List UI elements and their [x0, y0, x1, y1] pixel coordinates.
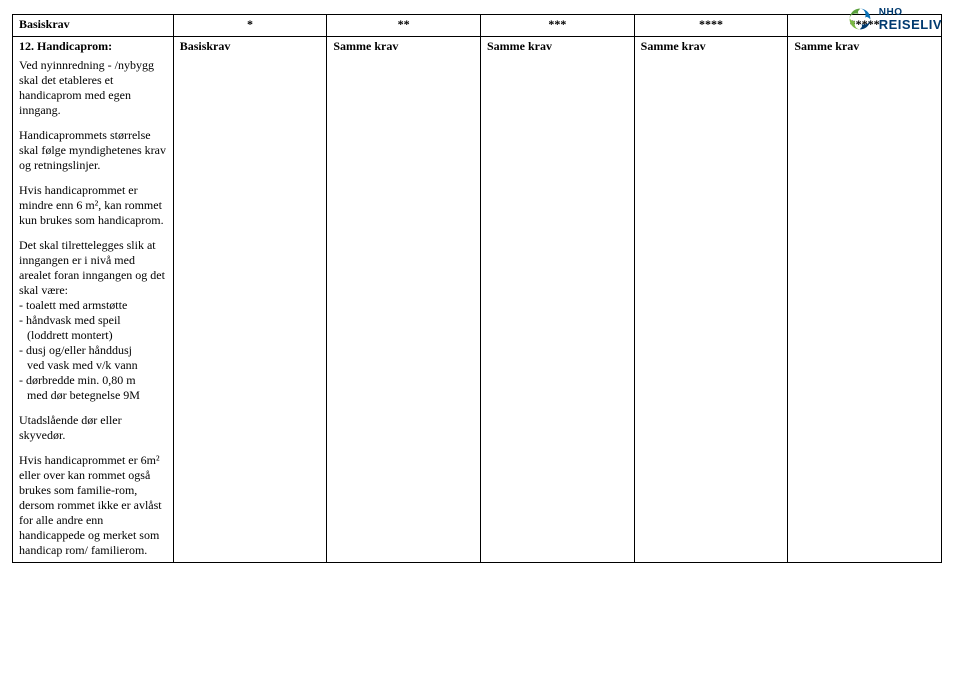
header-basiskrav: Basiskrav — [13, 15, 174, 37]
header-star-3: *** — [481, 15, 635, 37]
bullet-sub: med dør betegnelse 9M — [19, 388, 140, 402]
cell-star-3: Samme krav — [481, 37, 635, 563]
bullet-sub: ved vask med v/k vann — [19, 358, 138, 372]
header-star-2: ** — [327, 15, 481, 37]
paragraph: Hvis handicaprommet er mindre enn 6 m², … — [19, 183, 167, 228]
text: Det skal tilrettelegges slik at inngange… — [19, 238, 165, 297]
requirements-table: Basiskrav * ** *** **** ***** 12. Handic… — [12, 14, 942, 563]
paragraph: Det skal tilrettelegges slik at inngange… — [19, 238, 167, 403]
paragraph: Utadslående dør eller skyvedør. — [19, 413, 167, 443]
bullet: - håndvask med speil — [19, 313, 121, 327]
paragraph: Ved nyinnredning - /nybygg skal det etab… — [19, 58, 167, 118]
paragraph: Hvis handicaprommet er 6m² eller over ka… — [19, 453, 167, 558]
logo-swirl-icon — [847, 6, 873, 32]
header-star-1: * — [173, 15, 327, 37]
bullet: - dørbredde min. 0,80 m — [19, 373, 136, 387]
header-star-4: **** — [634, 15, 788, 37]
brand-logo: NHO REISELIV — [847, 6, 942, 32]
cell-star-1: Basiskrav — [173, 37, 327, 563]
bullet-sub: (loddrett montert) — [19, 328, 113, 342]
bullet: - toalett med armstøtte — [19, 298, 127, 312]
bullet: - dusj og/eller hånddusj — [19, 343, 132, 357]
paragraph: Handicaprommets størrelse skal følge myn… — [19, 128, 167, 173]
table-header-row: Basiskrav * ** *** **** ***** — [13, 15, 942, 37]
cell-star-2: Samme krav — [327, 37, 481, 563]
row-title: 12. Handicaprom: — [19, 39, 167, 54]
table-row: 12. Handicaprom: Ved nyinnredning - /nyb… — [13, 37, 942, 563]
cell-star-5: Samme krav — [788, 37, 942, 563]
row-description-cell: 12. Handicaprom: Ved nyinnredning - /nyb… — [13, 37, 174, 563]
logo-text-line1: NHO — [879, 8, 942, 18]
cell-star-4: Samme krav — [634, 37, 788, 563]
logo-text-line2: REISELIV — [879, 18, 942, 31]
